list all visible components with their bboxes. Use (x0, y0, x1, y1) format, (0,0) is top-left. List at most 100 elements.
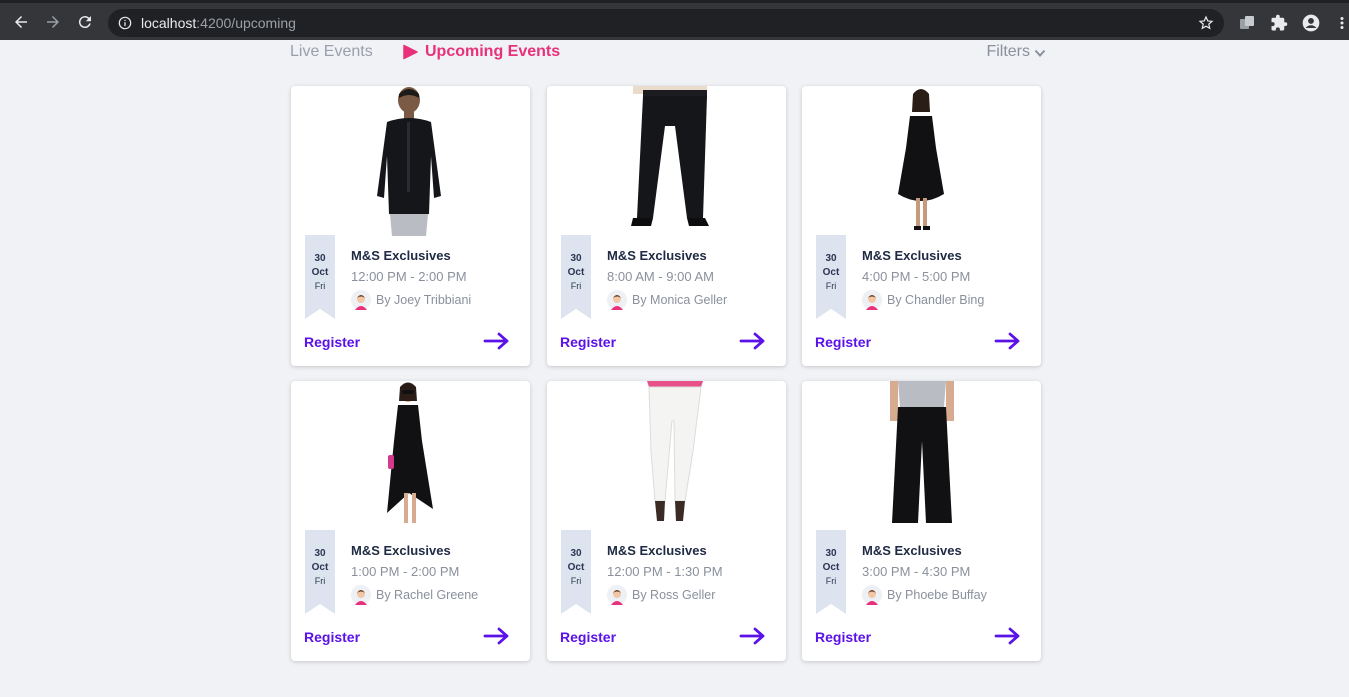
date-ribbon: 30 Oct Fri (816, 235, 846, 319)
arrow-right-icon[interactable] (994, 332, 1022, 350)
back-button[interactable] (8, 9, 34, 35)
reload-icon (78, 16, 91, 29)
browser-toolbar: localhost:4200/upcoming (0, 0, 1349, 40)
date-month: Oct (822, 562, 840, 573)
date-weekday: Fri (570, 281, 582, 291)
profile-icon[interactable] (1301, 13, 1321, 33)
avatar-icon (862, 290, 882, 310)
host-name: By Joey Tribbiani (376, 293, 472, 307)
event-time: 1:00 PM - 2:00 PM (351, 564, 460, 579)
event-host: By Phoebe Buffay (862, 585, 987, 605)
url-path: :4200/upcoming (196, 15, 296, 31)
arrow-right-icon[interactable] (739, 627, 767, 645)
filters-label: Filters (986, 43, 1030, 60)
avatar-icon (351, 290, 371, 310)
event-time: 4:00 PM - 5:00 PM (862, 269, 971, 284)
product-image-man-black-shirt (377, 87, 441, 236)
event-host: By Rachel Greene (351, 585, 478, 605)
avatar-icon (607, 290, 627, 310)
extension-icon[interactable] (1238, 14, 1256, 32)
event-card: 30 Oct Fri M&S Exclusives 12:00 PM - 2:0… (291, 86, 530, 366)
date-month: Oct (567, 267, 585, 278)
info-icon (118, 16, 132, 30)
date-weekday: Fri (825, 281, 837, 291)
host-name: By Ross Geller (632, 588, 716, 602)
arrow-right-icon[interactable] (739, 332, 767, 350)
register-link[interactable]: Register (560, 629, 616, 645)
event-card: 30 Oct Fri M&S Exclusives 1:00 PM - 2:00… (291, 381, 530, 661)
event-title: M&S Exclusives (862, 248, 962, 263)
tab-upcoming-events[interactable]: Upcoming Events (402, 43, 560, 61)
product-image-black-palazzo (890, 381, 954, 523)
date-day: 30 (314, 548, 326, 559)
url-text: localhost:4200/upcoming (141, 15, 296, 31)
date-month: Oct (567, 562, 585, 573)
register-link[interactable]: Register (815, 629, 871, 645)
event-tabs: Live Events Upcoming Events Filters (290, 40, 1046, 68)
date-day: 30 (825, 253, 837, 264)
event-card: 30 Oct Fri M&S Exclusives 4:00 PM - 5:00… (802, 86, 1041, 366)
avatar-icon (862, 585, 882, 605)
date-ribbon: 30 Oct Fri (561, 235, 591, 319)
avatar-icon (351, 585, 371, 605)
event-title: M&S Exclusives (351, 543, 451, 558)
forward-button[interactable] (40, 9, 66, 35)
register-link[interactable]: Register (304, 334, 360, 350)
date-day: 30 (570, 253, 582, 264)
avatar-icon (607, 585, 627, 605)
event-card: 30 Oct Fri M&S Exclusives 3:00 PM - 4:30… (802, 381, 1041, 661)
register-link[interactable]: Register (560, 334, 616, 350)
host-name: By Rachel Greene (376, 588, 479, 602)
date-weekday: Fri (314, 281, 326, 291)
event-card: 30 Oct Fri M&S Exclusives 8:00 AM - 9:00… (547, 86, 786, 366)
product-image-white-jeans (647, 381, 703, 521)
host-name: By Monica Geller (632, 293, 728, 307)
product-image-woman-black-dress (898, 89, 944, 230)
register-link[interactable]: Register (304, 629, 360, 645)
filters-dropdown[interactable]: Filters (986, 43, 1046, 61)
chevron-down-icon (1034, 49, 1046, 57)
arrow-right-icon[interactable] (994, 627, 1022, 645)
event-card: 30 Oct Fri M&S Exclusives 12:00 PM - 1:3… (547, 381, 786, 661)
date-day: 30 (314, 253, 326, 264)
event-host: By Monica Geller (607, 290, 727, 310)
event-host: By Chandler Bing (862, 290, 984, 310)
event-title: M&S Exclusives (862, 543, 962, 558)
event-time: 8:00 AM - 9:00 AM (607, 269, 714, 284)
event-host: By Joey Tribbiani (351, 290, 471, 310)
event-time: 12:00 PM - 2:00 PM (351, 269, 467, 284)
event-title: M&S Exclusives (351, 248, 451, 263)
product-image-black-trousers (631, 86, 709, 226)
reload-button[interactable] (72, 9, 98, 35)
address-bar[interactable]: localhost:4200/upcoming (108, 9, 1224, 37)
date-month: Oct (311, 267, 329, 278)
event-host: By Ross Geller (607, 585, 715, 605)
arrow-right-icon[interactable] (483, 627, 511, 645)
date-ribbon: 30 Oct Fri (561, 530, 591, 614)
date-weekday: Fri (314, 576, 326, 586)
date-weekday: Fri (825, 576, 837, 586)
arrow-left-icon (15, 16, 27, 28)
tab-live-events[interactable]: Live Events (290, 43, 373, 61)
menu-dots-icon[interactable] (1336, 14, 1348, 32)
date-weekday: Fri (570, 576, 582, 586)
date-ribbon: 30 Oct Fri (305, 530, 335, 614)
arrow-right-icon (47, 16, 59, 28)
url-host: localhost (141, 15, 197, 31)
bookmark-star-icon[interactable] (1198, 15, 1214, 31)
date-ribbon: 30 Oct Fri (816, 530, 846, 614)
host-name: By Chandler Bing (887, 293, 985, 307)
product-image-woman-high-low-dress (387, 382, 433, 523)
date-month: Oct (822, 267, 840, 278)
arrow-right-icon[interactable] (483, 332, 511, 350)
tab-upcoming-label: Upcoming Events (425, 43, 561, 60)
date-ribbon: 30 Oct Fri (305, 235, 335, 319)
host-name: By Phoebe Buffay (887, 588, 987, 602)
date-month: Oct (311, 562, 329, 573)
play-icon (403, 44, 418, 60)
event-title: M&S Exclusives (607, 543, 707, 558)
date-day: 30 (570, 548, 582, 559)
puzzle-icon[interactable] (1270, 14, 1288, 32)
register-link[interactable]: Register (815, 334, 871, 350)
event-time: 12:00 PM - 1:30 PM (607, 564, 723, 579)
